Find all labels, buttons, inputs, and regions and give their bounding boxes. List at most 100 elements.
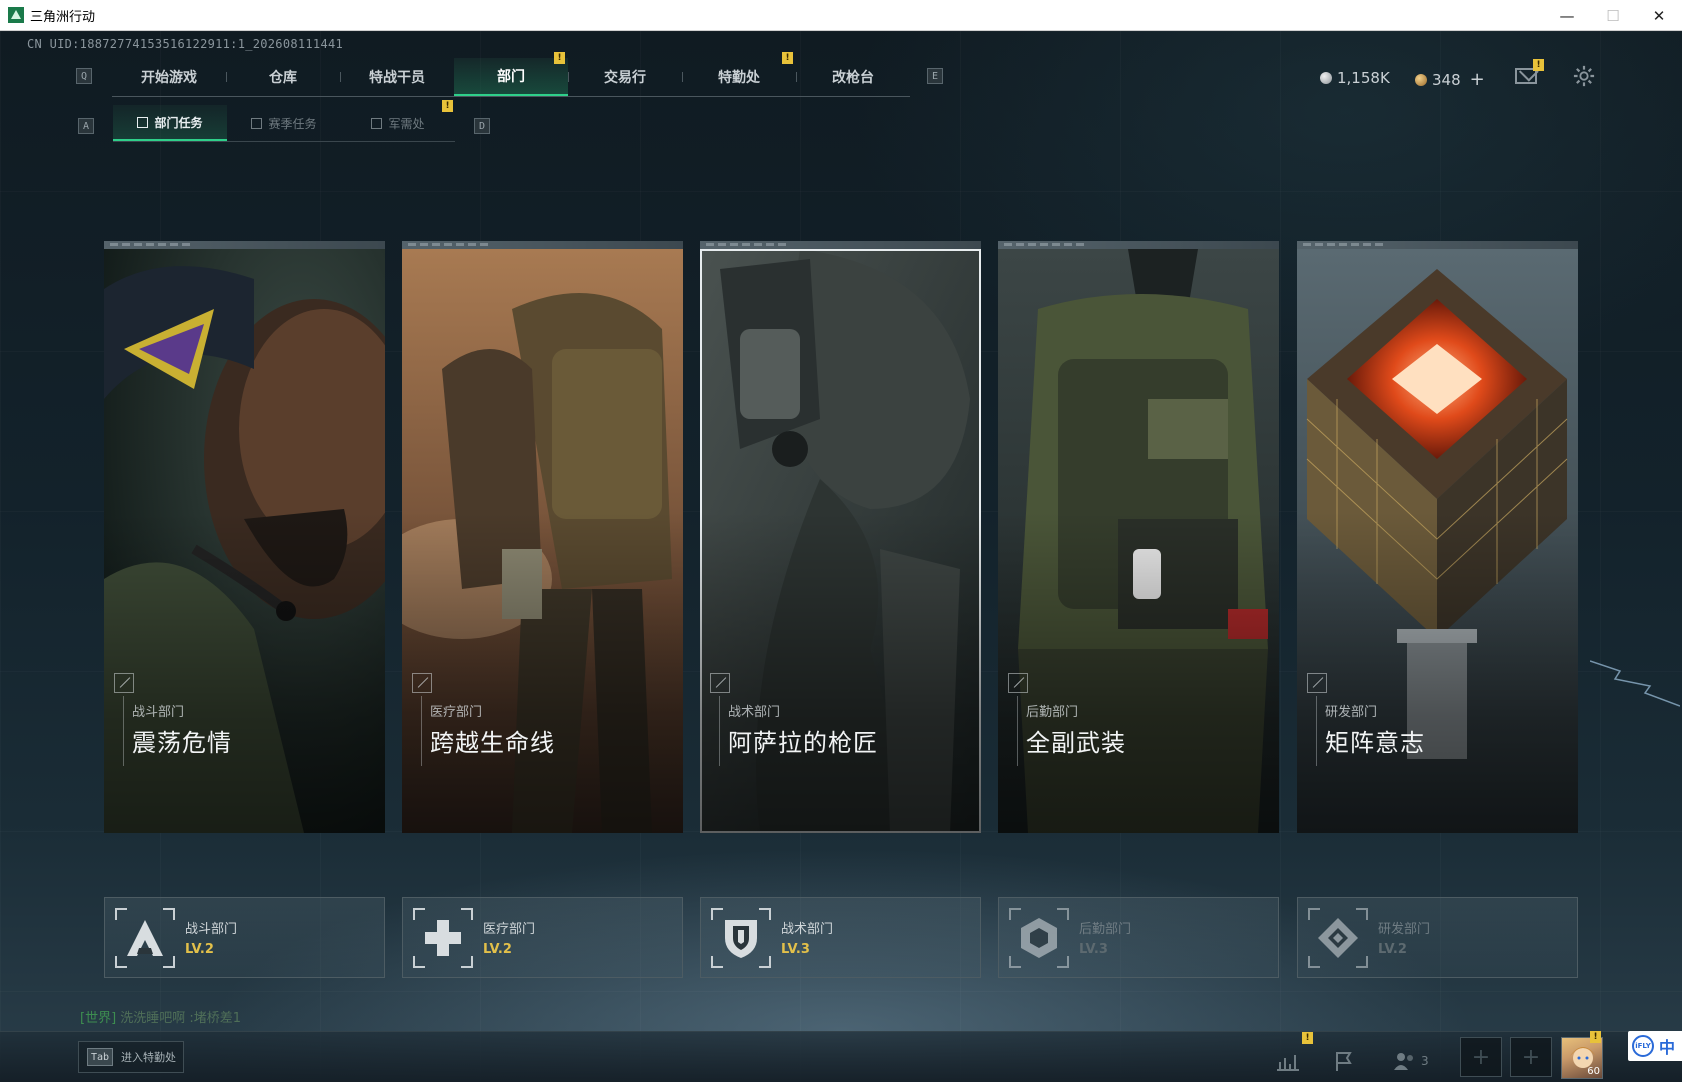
rnd-emblem-icon: [1308, 908, 1368, 968]
card-header-strip: [998, 241, 1279, 249]
card-dept-label: 后勤部门: [1026, 705, 1079, 720]
combat-emblem-icon: [115, 908, 175, 968]
department-card-tactical[interactable]: 战术部门 阿萨拉的枪匠: [700, 241, 981, 833]
card-mission-title: 阿萨拉的枪匠: [728, 729, 878, 757]
card-header-strip: [700, 241, 981, 249]
nav-next-key-hint[interactable]: E: [927, 68, 943, 84]
app-icon: [8, 7, 24, 23]
gear-icon[interactable]: [1573, 65, 1595, 87]
squad-slot-empty[interactable]: +: [1510, 1037, 1552, 1077]
card-divider: [719, 696, 720, 766]
quartermaster-icon: [371, 117, 383, 129]
enter-special-service-button[interactable]: Tab 进入特勤处: [78, 1041, 184, 1073]
card-divider: [123, 696, 124, 766]
ime-indicator[interactable]: iFLY 中: [1628, 1031, 1682, 1061]
subtab-label: 军需处: [388, 116, 425, 131]
tab-label: 特战干员: [369, 70, 425, 86]
card-mission-title: 矩阵意志: [1325, 729, 1425, 757]
stats-icon[interactable]: [1275, 1050, 1301, 1072]
minimize-button[interactable]: —: [1544, 0, 1590, 31]
subnav-next-key-hint[interactable]: D: [474, 118, 490, 134]
department-panel-medical[interactable]: 医疗部门 LV.2: [402, 897, 683, 978]
subnav-prev-key-hint[interactable]: A: [78, 118, 94, 134]
mail-badge: !: [1533, 59, 1544, 71]
mission-list-icon: [137, 116, 149, 128]
subtab-quartermaster[interactable]: 军需处: [341, 105, 455, 141]
sub-nav: 部门任务 赛季任务 军需处: [113, 105, 455, 142]
department-panel-rnd[interactable]: 研发部门 LV.2: [1297, 897, 1578, 978]
flag-icon[interactable]: [1332, 1050, 1358, 1072]
panel-dept-name: 后勤部门: [1079, 922, 1132, 937]
subtab-season-missions[interactable]: 赛季任务: [227, 105, 341, 141]
department-panel-logistics[interactable]: 后勤部门 LV.3: [998, 897, 1279, 978]
card-header-strip: [104, 241, 385, 249]
tab-start-game[interactable]: 开始游戏: [112, 58, 226, 96]
card-mission-title: 全副武装: [1026, 729, 1126, 757]
tab-departments[interactable]: 部门: [454, 58, 568, 96]
avatar-level: 60: [1587, 1066, 1600, 1077]
gold-currency: 348 +: [1415, 69, 1485, 90]
stats-badge: !: [1302, 1032, 1313, 1044]
corner-mark: [710, 673, 730, 693]
silver-coin-icon: [1320, 72, 1332, 84]
ime-logo-icon: iFLY: [1632, 1035, 1654, 1057]
corner-mark: [1307, 673, 1327, 693]
departments-tab-badge: !: [554, 52, 565, 64]
corner-mark: [412, 673, 432, 693]
department-card-medical[interactable]: 医疗部门 跨越生命线: [402, 241, 683, 833]
window-title: 三角洲行动: [30, 9, 96, 25]
gold-amount: 348: [1432, 70, 1461, 89]
department-card-combat[interactable]: 战斗部门 震荡危情: [104, 241, 385, 833]
lightning-decoration: [1590, 660, 1680, 707]
panel-dept-name: 研发部门: [1378, 922, 1431, 937]
medical-emblem-icon: [413, 908, 473, 968]
tab-label: 交易行: [604, 70, 646, 86]
corner-mark: [114, 673, 134, 693]
tab-label: 仓库: [269, 70, 297, 86]
card-header-strip: [402, 241, 683, 249]
tab-gunsmith[interactable]: 改枪台: [796, 58, 910, 96]
card-header-strip: [1297, 241, 1578, 249]
window-titlebar: 三角洲行动 — ☐ ✕: [0, 0, 1682, 31]
silver-currency: 1,158K: [1320, 69, 1390, 87]
tab-special-service[interactable]: 特勤处: [682, 58, 796, 96]
card-divider: [1017, 696, 1018, 766]
tactical-emblem-icon: [711, 908, 771, 968]
squad-icon[interactable]: [1392, 1050, 1418, 1072]
add-currency-button[interactable]: +: [1470, 69, 1485, 90]
uid-label: CN UID:18872774153516122911:1_2026081114…: [27, 37, 344, 51]
panel-dept-name: 战斗部门: [185, 922, 238, 937]
panel-dept-level: LV.2: [1378, 942, 1407, 957]
maximize-button[interactable]: ☐: [1590, 0, 1636, 31]
panel-dept-name: 战术部门: [781, 922, 834, 937]
window-controls: — ☐ ✕: [1544, 0, 1682, 31]
department-panel-tactical[interactable]: 战术部门 LV.3: [700, 897, 981, 978]
bottom-bar: [0, 1031, 1682, 1082]
close-button[interactable]: ✕: [1636, 0, 1682, 31]
ime-language: 中: [1659, 1038, 1676, 1057]
nav-prev-key-hint[interactable]: Q: [76, 68, 92, 84]
chat-channel: [世界]: [80, 1011, 117, 1026]
season-icon: [251, 117, 263, 129]
gold-coin-icon: [1415, 73, 1427, 86]
subtab-label: 部门任务: [154, 115, 203, 130]
department-card-logistics[interactable]: 后勤部门 全副武装: [998, 241, 1279, 833]
card-dept-label: 战术部门: [728, 705, 781, 720]
tab-hint-label: 进入特勤处: [121, 1051, 176, 1064]
chat-message: 洗洗睡吧啊 :堵桥差1: [120, 1011, 242, 1026]
tab-warehouse[interactable]: 仓库: [226, 58, 340, 96]
department-panel-combat[interactable]: 战斗部门 LV.2: [104, 897, 385, 978]
tab-operators[interactable]: 特战干员: [340, 58, 454, 96]
tab-label: 改枪台: [832, 70, 874, 86]
department-card-rnd[interactable]: 研发部门 矩阵意志: [1297, 241, 1578, 833]
avatar-badge: !: [1590, 1031, 1601, 1043]
subtab-department-missions[interactable]: 部门任务: [113, 105, 227, 141]
corner-mark: [1008, 673, 1028, 693]
panel-dept-level: LV.2: [185, 942, 214, 957]
quartermaster-badge: !: [442, 100, 453, 112]
player-avatar[interactable]: 60: [1561, 1037, 1603, 1079]
squad-slot-empty[interactable]: +: [1460, 1037, 1502, 1077]
tab-trade-market[interactable]: 交易行: [568, 58, 682, 96]
world-chat-line[interactable]: [世界] 洗洗睡吧啊 :堵桥差1: [80, 1007, 241, 1026]
card-dept-label: 研发部门: [1325, 705, 1378, 720]
